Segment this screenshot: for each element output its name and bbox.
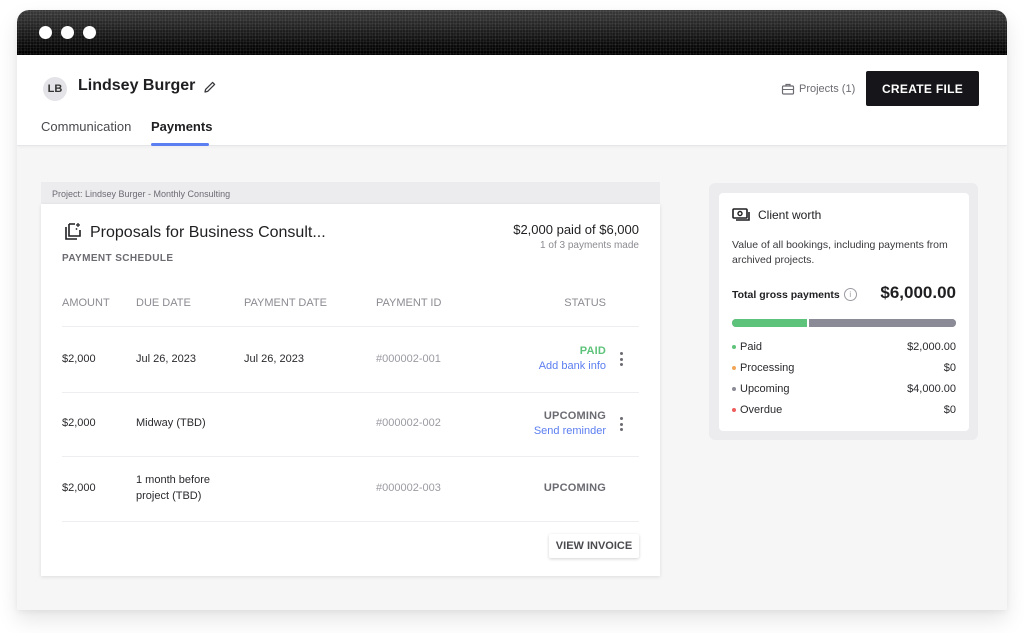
processing-dot-icon (732, 366, 736, 370)
payment-id-cell: #000002-002 (376, 417, 441, 429)
divider (62, 456, 639, 457)
legend-item-processing: Processing $0 (732, 362, 956, 374)
client-worth-title: Client worth (758, 208, 822, 222)
divider (62, 521, 639, 522)
legend-value: $4,000.00 (907, 383, 956, 395)
amount-cell: $2,000 (62, 417, 96, 429)
add-bank-info-link[interactable]: Add bank info (539, 360, 606, 372)
legend-value: $2,000.00 (907, 341, 956, 353)
payments-made-count: 1 of 3 payments made (540, 240, 639, 251)
briefcase-icon (781, 83, 795, 95)
legend-label: Paid (740, 341, 763, 353)
paid-dot-icon (732, 345, 736, 349)
due-date-cell: 1 month before (136, 474, 210, 486)
title-bar (17, 10, 1007, 55)
column-header-status: STATUS (564, 297, 606, 309)
client-name: Lindsey Burger (78, 77, 196, 94)
proposal-title[interactable]: Proposals for Business Consult... (90, 224, 326, 242)
legend-item-paid: Paid $2,000.00 (732, 341, 956, 353)
window-maximize-button[interactable] (83, 26, 96, 39)
progress-paid-segment (732, 319, 807, 327)
view-invoice-button[interactable]: VIEW INVOICE (549, 534, 639, 558)
tab-payments[interactable]: Payments (151, 119, 212, 134)
progress-upcoming-segment (808, 319, 956, 327)
cash-icon (732, 208, 750, 221)
status-badge: UPCOMING (543, 482, 606, 494)
payment-schedule-card: Proposals for Business Consult... PAYMEN… (41, 204, 660, 576)
window-minimize-button[interactable] (61, 26, 74, 39)
active-tab-indicator (151, 143, 209, 146)
upcoming-dot-icon (732, 387, 736, 391)
more-options-icon[interactable] (619, 417, 623, 431)
tab-communication[interactable]: Communication (41, 119, 131, 134)
legend-label: Upcoming (740, 383, 790, 395)
amount-cell: $2,000 (62, 353, 96, 365)
column-header-amount: AMOUNT (62, 297, 110, 309)
due-date-cell-line2: project (TBD) (136, 490, 202, 502)
window-close-button[interactable] (39, 26, 52, 39)
payment-date-cell: Jul 26, 2023 (244, 353, 304, 365)
client-worth-card: Client worth Value of all bookings, incl… (719, 193, 969, 431)
avatar: LB (43, 77, 67, 101)
amount-cell: $2,000 (62, 482, 96, 494)
divider (62, 326, 639, 327)
legend-item-overdue: Overdue $0 (732, 404, 956, 416)
paid-summary: $2,000 paid of $6,000 (513, 222, 639, 237)
column-header-due-date: DUE DATE (136, 297, 191, 309)
payment-id-cell: #000002-003 (376, 482, 441, 494)
payment-schedule-label: PAYMENT SCHEDULE (62, 253, 174, 264)
pencil-icon[interactable] (203, 80, 217, 94)
projects-link[interactable]: Projects (1) (781, 82, 855, 96)
payment-id-cell: #000002-001 (376, 353, 441, 365)
document-sparkle-icon (65, 223, 81, 240)
info-icon[interactable]: i (843, 288, 857, 301)
legend-value: $0 (943, 362, 956, 374)
gross-label-text: Total gross payments (732, 288, 840, 301)
legend-label: Overdue (740, 404, 783, 416)
client-worth-description: Value of all bookings, including payment… (732, 239, 948, 266)
status-badge: PAID (579, 345, 606, 357)
payment-progress-bar (732, 319, 956, 327)
send-reminder-link[interactable]: Send reminder (534, 425, 606, 437)
total-gross-payments-value: $6,000.00 (880, 283, 956, 302)
overdue-dot-icon (732, 408, 736, 412)
due-date-cell: Jul 26, 2023 (136, 353, 196, 365)
status-badge: UPCOMING (543, 410, 606, 422)
app-window: LB Lindsey Burger Communication Payments… (17, 10, 1007, 610)
legend-value: $0 (943, 404, 956, 416)
legend-item-upcoming: Upcoming $4,000.00 (732, 383, 956, 395)
project-label: Project: Lindsey Burger - Monthly Consul… (41, 182, 660, 204)
more-options-icon[interactable] (619, 352, 623, 366)
legend-label: Processing (740, 362, 795, 374)
column-header-payment-id: PAYMENT ID (376, 297, 442, 309)
total-gross-payments-label: Total gross payments i (732, 288, 857, 301)
divider (62, 392, 639, 393)
due-date-cell: Midway (TBD) (136, 417, 206, 429)
column-header-payment-date: PAYMENT DATE (244, 297, 327, 309)
create-file-button[interactable]: CREATE FILE (866, 71, 979, 106)
projects-label: Projects (1) (799, 83, 856, 95)
client-worth-panel: Client worth Value of all bookings, incl… (709, 183, 978, 440)
client-header: LB Lindsey Burger Communication Payments… (17, 55, 1007, 146)
